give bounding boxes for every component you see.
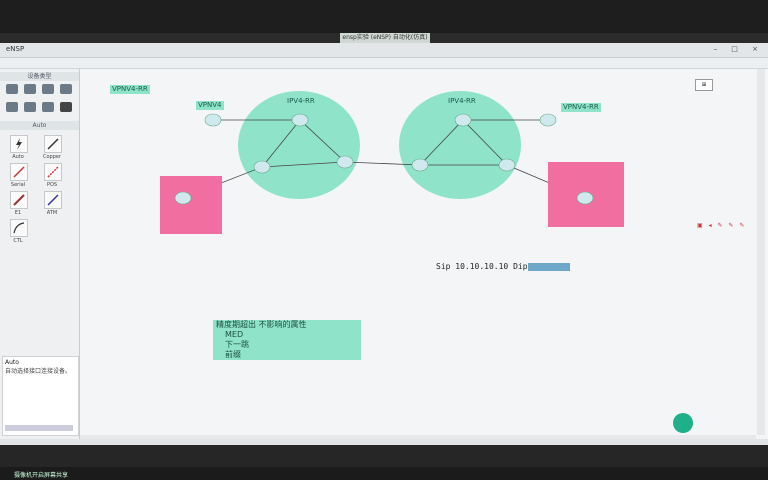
taskbar-strip bbox=[0, 467, 768, 480]
label-vpnv4-rr-left[interactable]: VPNV4-RR bbox=[110, 85, 150, 94]
taskbar-text[interactable]: 摄像机开启屏幕共享 bbox=[14, 470, 68, 479]
sip-text: Sip 10.10.10.10 Dip bbox=[436, 262, 528, 271]
note-line-2: MED bbox=[225, 330, 244, 339]
label-vpnv4-rr-right[interactable]: VPNV4-RR bbox=[561, 103, 601, 112]
label-ipv4-rr-left[interactable]: IPV4-RR bbox=[285, 97, 317, 106]
note-box[interactable]: 精度期超出 不影响的属性 MED 下一跳 前缀 bbox=[213, 320, 361, 360]
sip-highlight bbox=[527, 262, 570, 271]
floating-action-button[interactable] bbox=[673, 413, 693, 433]
right-tools[interactable]: ▣ ◂ ✎ ✎ ✎ bbox=[697, 222, 747, 230]
note-line-4: 前缀 bbox=[225, 350, 241, 359]
taskbar: 摄像机开启屏幕共享 bbox=[0, 445, 768, 480]
router-ce-right bbox=[576, 191, 594, 205]
label-vpnv4-left[interactable]: VPNV4 bbox=[196, 101, 224, 110]
sip-text-row[interactable]: Sip 10.10.10.10 Dip bbox=[436, 262, 570, 271]
note-line-3: 下一跳 bbox=[225, 340, 249, 349]
ce-overlay bbox=[174, 191, 594, 205]
label-ipv4-rr-right[interactable]: IPV4-RR bbox=[446, 97, 478, 106]
mini-map-button[interactable]: ⊞ bbox=[695, 79, 713, 91]
router-ce-left bbox=[174, 191, 192, 205]
note-line-1: 精度期超出 不影响的属性 bbox=[216, 320, 307, 329]
